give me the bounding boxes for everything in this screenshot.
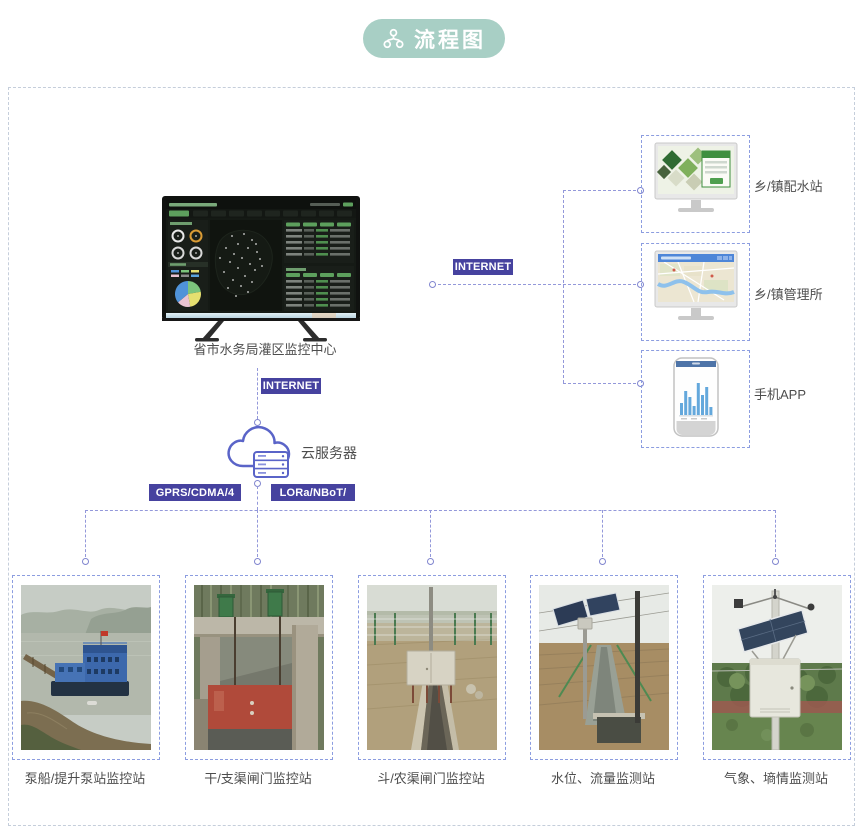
drop-line-station-3	[430, 510, 431, 557]
cloud-server-icon	[224, 421, 296, 481]
station-box-weather	[703, 575, 851, 760]
connector-monitor-to-clients	[433, 284, 641, 285]
smartphone-chart	[673, 357, 719, 439]
station-box-flow-monitor	[530, 575, 678, 760]
lora-link-badge: LORa/NBoT/	[271, 484, 355, 501]
desktop-monitor-map	[654, 250, 738, 324]
internet-link-down-badge: INTERNET	[261, 378, 321, 394]
photo-weather-station	[712, 585, 842, 750]
control-center-monitor	[162, 196, 360, 349]
client-label-water-distribution: 乡/镇配水站	[754, 176, 823, 195]
station-box-field-gate	[358, 575, 506, 760]
drop-line-station-1	[85, 510, 86, 557]
clients-trunk-line	[563, 190, 564, 383]
flowchart-icon	[382, 27, 405, 50]
station-label-canal-gate: 干/支渠闸门监控站	[173, 768, 343, 787]
drop-line-station-2	[257, 510, 258, 557]
client-label-mobile-app: 手机APP	[754, 384, 806, 403]
client-label-management-office: 乡/镇管理所	[754, 284, 823, 303]
client-box-management-office	[641, 243, 750, 341]
station-box-pump-boat	[12, 575, 160, 760]
photo-pump-boat	[21, 585, 151, 750]
station-label-flow: 水位、流量监测站	[518, 768, 688, 787]
station-box-canal-gate	[185, 575, 333, 760]
drop-line-station-5	[775, 510, 776, 557]
photo-field-gate	[367, 585, 497, 750]
connector-cloud-to-trunk	[257, 486, 258, 510]
connector-monitor-to-cloud	[257, 368, 258, 419]
title-badge-label: 流程图	[414, 24, 486, 54]
connector-dot	[772, 558, 779, 565]
connector-dot	[82, 558, 89, 565]
photo-flow-station	[539, 585, 669, 750]
client-box-water-distribution	[641, 135, 750, 233]
client-box-mobile-app	[641, 350, 750, 448]
station-label-pump-boat: 泵船/提升泵站监控站	[0, 768, 170, 787]
control-center-label: 省市水务局灌区监控中心	[140, 339, 390, 358]
drop-line-station-4	[602, 510, 603, 557]
photo-canal-gate	[194, 585, 324, 750]
cloud-server-label: 云服务器	[301, 443, 357, 463]
title-badge: 流程图	[363, 19, 505, 58]
cloud-server	[224, 421, 296, 486]
dashboard-screen	[162, 196, 360, 344]
dashboard-pie-chart	[175, 281, 201, 307]
desktop-monitor-collage	[654, 142, 738, 216]
connector-dot	[254, 558, 261, 565]
flow-diagram-stage: 流程图	[0, 0, 863, 833]
connector-to-client-1	[563, 190, 641, 191]
connector-dot	[599, 558, 606, 565]
station-label-weather: 气象、墒情监测站	[691, 768, 861, 787]
connector-dot	[429, 281, 436, 288]
connector-dot	[427, 558, 434, 565]
station-label-field-gate: 斗/农渠闸门监控站	[346, 768, 516, 787]
connector-to-client-3	[563, 383, 641, 384]
internet-link-right-badge: INTERNET	[453, 259, 513, 275]
gprs-link-badge: GPRS/CDMA/4	[149, 484, 241, 501]
